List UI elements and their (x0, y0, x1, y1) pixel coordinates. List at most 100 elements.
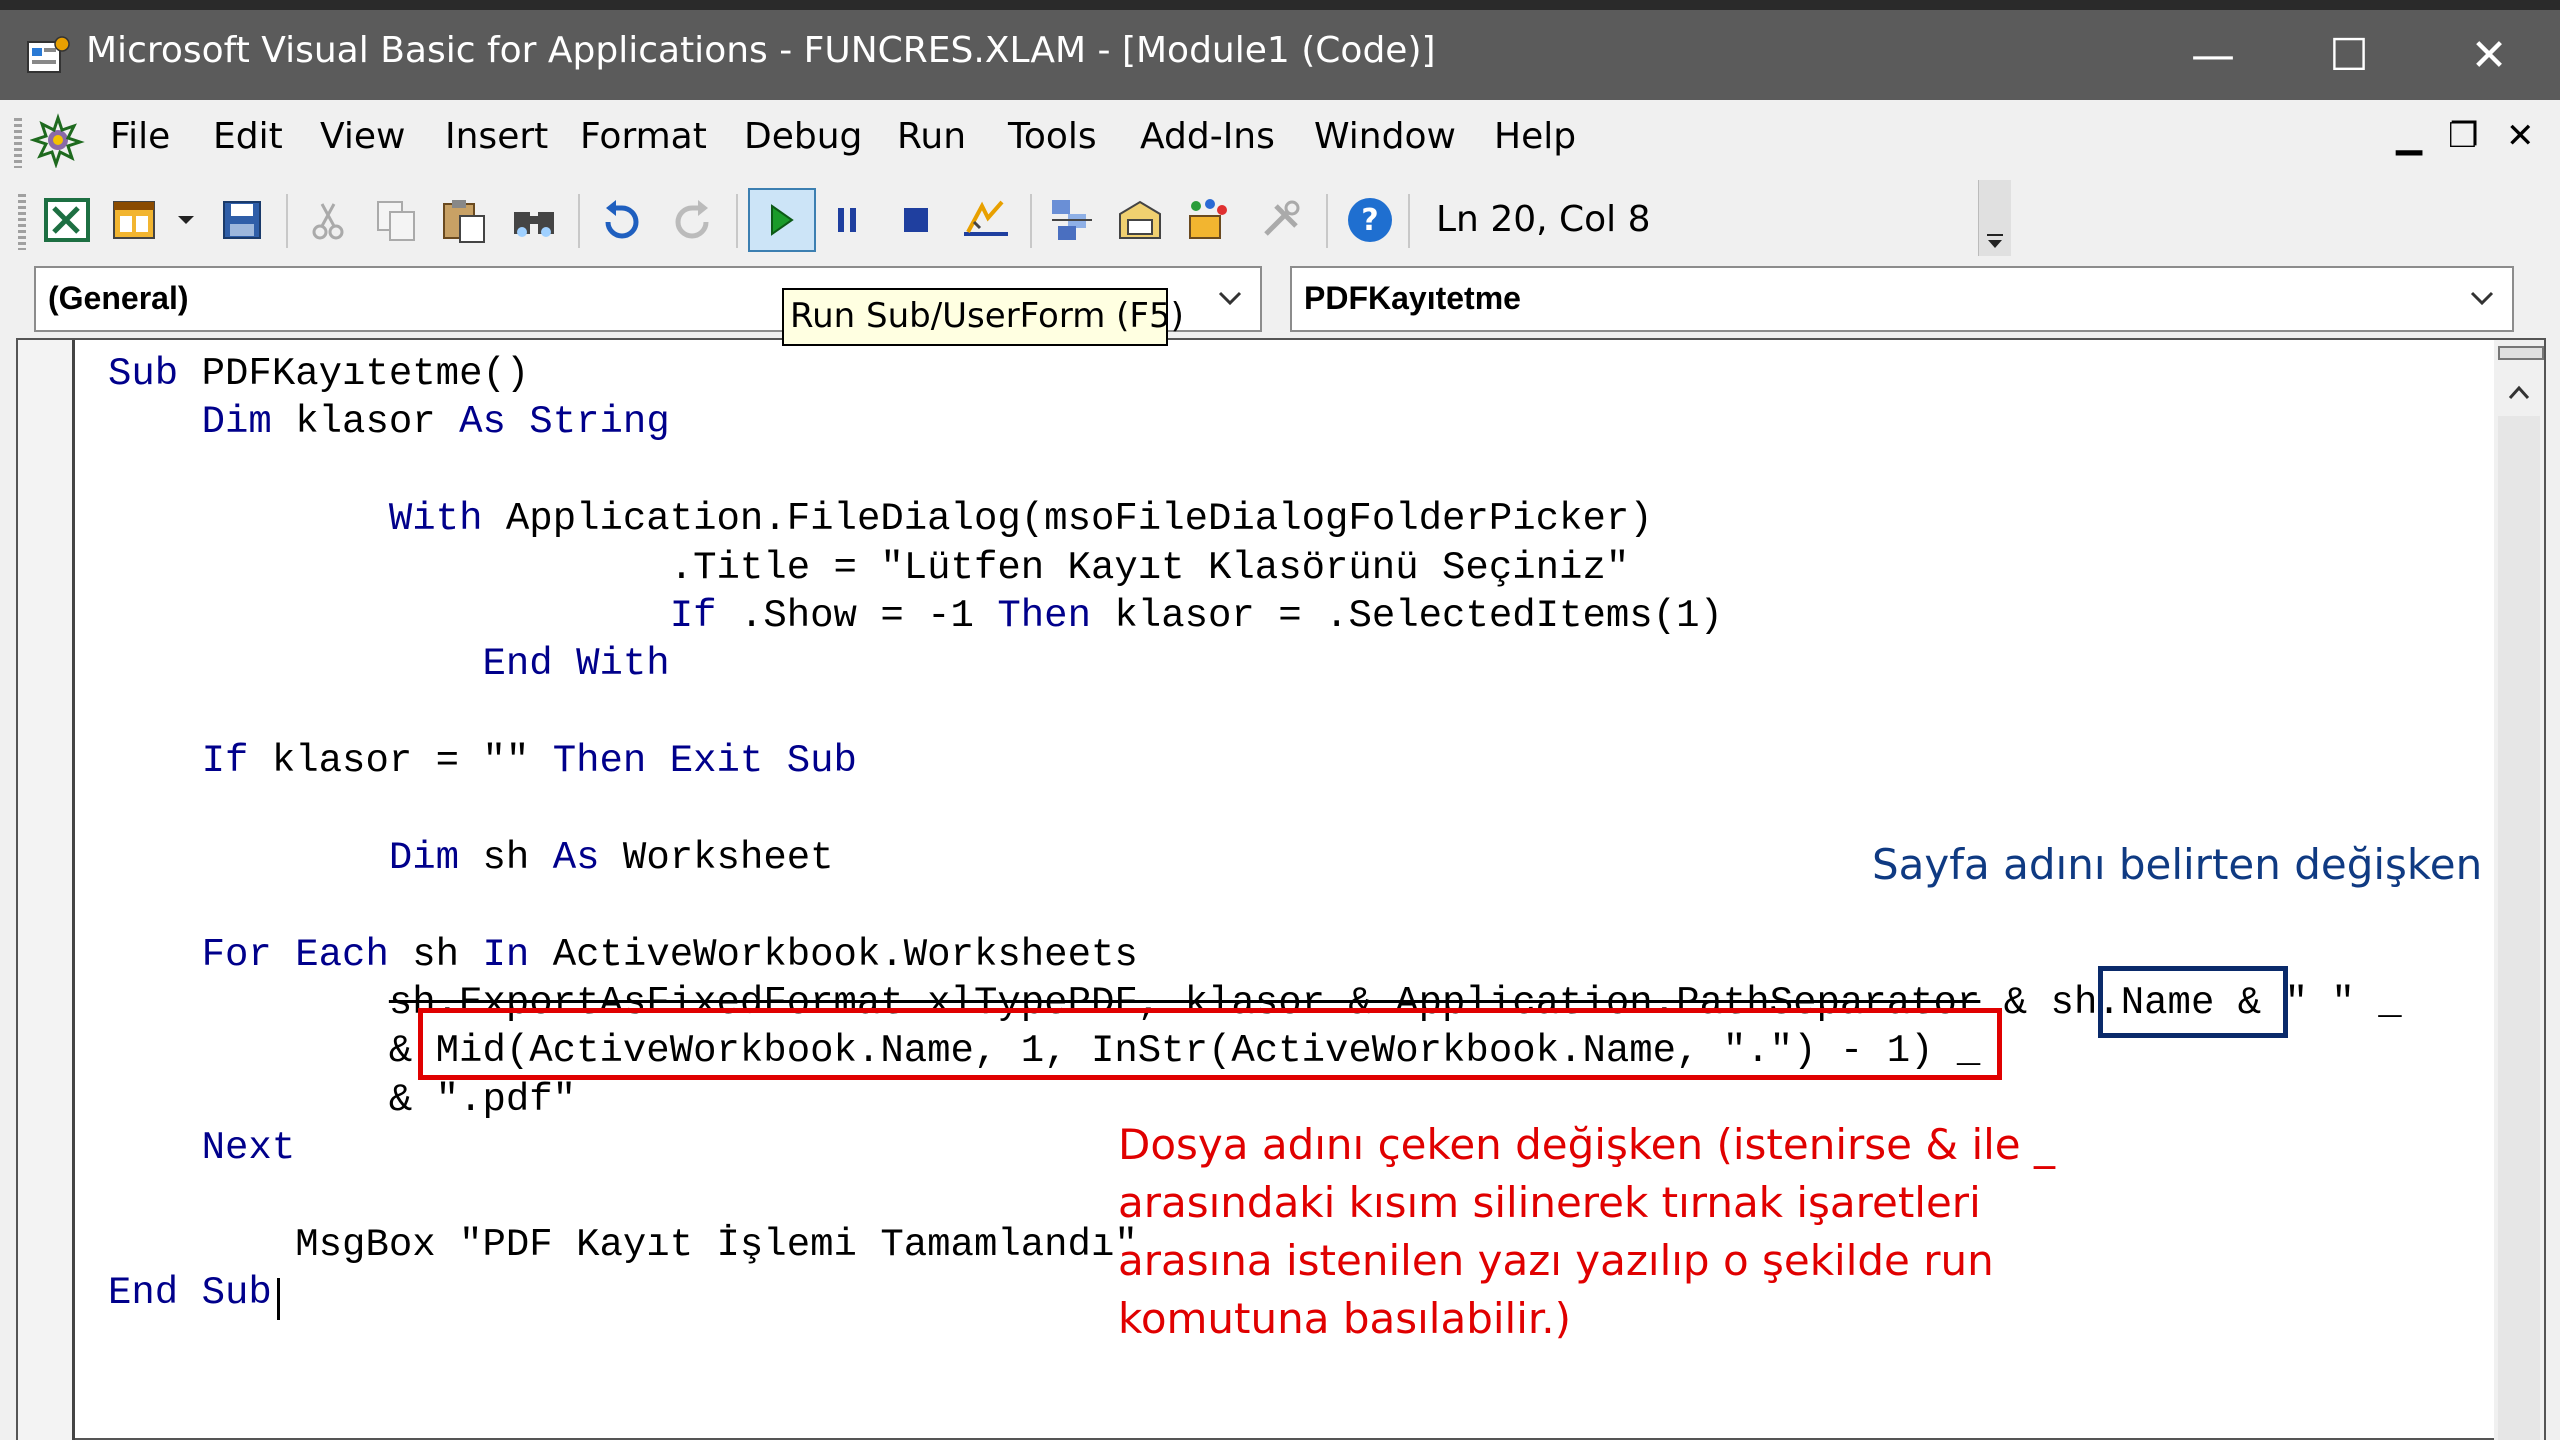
project-explorer-icon[interactable] (1044, 192, 1100, 248)
undo-icon[interactable] (594, 192, 650, 248)
toolbar-options-icon[interactable] (1979, 180, 2011, 256)
run-icon[interactable] (752, 192, 808, 248)
code-line[interactable]: If .Show = -1 Then klasor = .SelectedIte… (108, 592, 2402, 640)
annotation-blue-highlight (2098, 966, 2288, 1038)
menu-file[interactable]: File (110, 116, 170, 157)
design-mode-icon[interactable] (958, 192, 1014, 248)
procedure-combo[interactable]: PDFKayıtetme (1290, 266, 2514, 332)
code-line[interactable]: .Title = "Lütfen Kayıt Klasörünü Seçiniz… (108, 544, 2402, 592)
object-combo-value: (General) (48, 280, 189, 316)
chevron-down-icon[interactable] (1214, 282, 1246, 314)
code-token: PDFKayıtetme() (178, 352, 530, 396)
excel-view-icon[interactable] (40, 192, 96, 248)
chevron-down-icon[interactable] (2466, 282, 2498, 314)
menu-view[interactable]: View (320, 116, 405, 157)
toolbar-options[interactable] (1978, 180, 2011, 256)
code-keyword: Sub (108, 352, 179, 396)
mdi-close-button[interactable]: ✕ (2506, 116, 2535, 156)
menu-addins[interactable]: Add-Ins (1140, 116, 1275, 157)
find-icon[interactable] (506, 192, 562, 248)
toolbar-separator (1326, 194, 1328, 248)
run-tooltip: Run Sub/UserForm (F5) (782, 288, 1184, 346)
code-keyword: Then (997, 593, 1091, 638)
annotation-filename-note: Dosya adını çeken değişken (istenirse & … (1118, 1120, 2055, 1343)
close-button[interactable]: ✕ (2444, 22, 2534, 90)
procedure-combo-value: PDFKayıtetme (1304, 280, 1521, 316)
menu-grip[interactable] (14, 118, 22, 168)
insert-userform-icon[interactable] (108, 192, 164, 248)
menu-debug[interactable]: Debug (744, 116, 862, 157)
help-icon[interactable]: ? (1342, 192, 1398, 248)
code-keyword: String (529, 400, 670, 445)
code-keyword: As (459, 400, 506, 445)
code-line[interactable] (108, 882, 2402, 930)
save-icon[interactable] (214, 192, 270, 248)
vba-project-icon[interactable] (30, 112, 86, 168)
properties-window-icon[interactable] (1112, 192, 1168, 248)
redo-icon[interactable] (664, 192, 720, 248)
menu-edit[interactable]: Edit (213, 116, 283, 157)
code-keyword: If (201, 739, 249, 784)
paste-icon[interactable] (436, 192, 492, 248)
toolbar-separator (1408, 194, 1410, 248)
mdi-minimize-button[interactable]: ▁ (2396, 116, 2422, 156)
menu-format[interactable]: Format (580, 116, 707, 157)
toolbox-icon[interactable] (1254, 192, 1310, 248)
code-line[interactable] (108, 447, 2402, 495)
vertical-scrollbar[interactable] (2494, 340, 2544, 1440)
code-line[interactable] (108, 689, 2402, 737)
chevron-down-icon[interactable] (172, 192, 200, 248)
title-bar-top-edge (0, 0, 2560, 10)
menu-run[interactable]: Run (897, 116, 966, 157)
annotation-red-highlight (418, 1008, 2002, 1080)
toolbar-grip[interactable] (18, 194, 26, 250)
maximize-button[interactable]: ☐ (2304, 22, 2394, 90)
annotation-variable-label: Sayfa adını belirten değişken (1872, 840, 2483, 889)
minimize-button[interactable]: — (2168, 22, 2258, 90)
cursor-position-status: Ln 20, Col 8 (1420, 190, 1980, 250)
code-line[interactable]: Dim klasor As String (108, 398, 2402, 446)
code-keyword: As (552, 835, 600, 880)
menu-tools[interactable]: Tools (1008, 116, 1097, 157)
mdi-restore-button[interactable]: ❐ (2448, 116, 2478, 156)
split-bar[interactable] (2498, 346, 2544, 360)
menu-window[interactable]: Window (1314, 116, 1456, 157)
margin-indicator-bar[interactable] (18, 340, 75, 1440)
code-keyword: Next (201, 1126, 296, 1171)
code-keyword: End Sub (108, 1271, 272, 1316)
code-line[interactable]: End With (108, 640, 2402, 688)
scrollbar-track[interactable] (2498, 416, 2540, 1440)
code-token: .Show = -1 (716, 593, 998, 638)
cut-icon[interactable] (300, 192, 356, 248)
code-keyword: End With (482, 642, 670, 687)
text-caret (277, 1278, 280, 1320)
code-keyword: In (482, 932, 530, 977)
code-keyword: With (388, 497, 483, 542)
code-line[interactable]: For Each sh In ActiveWorkbook.Worksheets (108, 931, 2402, 979)
copy-icon[interactable] (368, 192, 424, 248)
toolbar-separator (1030, 194, 1032, 248)
code-token: klasor = "" (248, 739, 553, 784)
object-browser-icon[interactable] (1180, 192, 1236, 248)
reset-icon[interactable] (888, 192, 944, 248)
code-token: sh (388, 932, 483, 977)
scroll-up-icon[interactable] (2504, 378, 2534, 408)
break-icon[interactable] (820, 192, 876, 248)
code-line[interactable]: Sub PDFKayıtetme() (108, 350, 2402, 398)
code-token: Application.FileDialog(msoFileDialogFold… (482, 497, 1653, 542)
menu-help[interactable]: Help (1494, 116, 1576, 157)
svg-text:?: ? (1361, 203, 1378, 238)
code-line[interactable]: If klasor = "" Then Exit Sub (108, 737, 2402, 785)
code-line[interactable]: With Application.FileDialog(msoFileDialo… (108, 495, 2402, 543)
code-line[interactable] (108, 786, 2402, 834)
code-token: .Title = "Lütfen Kayıt Klasörünü Seçiniz… (108, 545, 1630, 590)
code-token: klasor (271, 400, 460, 445)
menu-insert[interactable]: Insert (445, 116, 548, 157)
